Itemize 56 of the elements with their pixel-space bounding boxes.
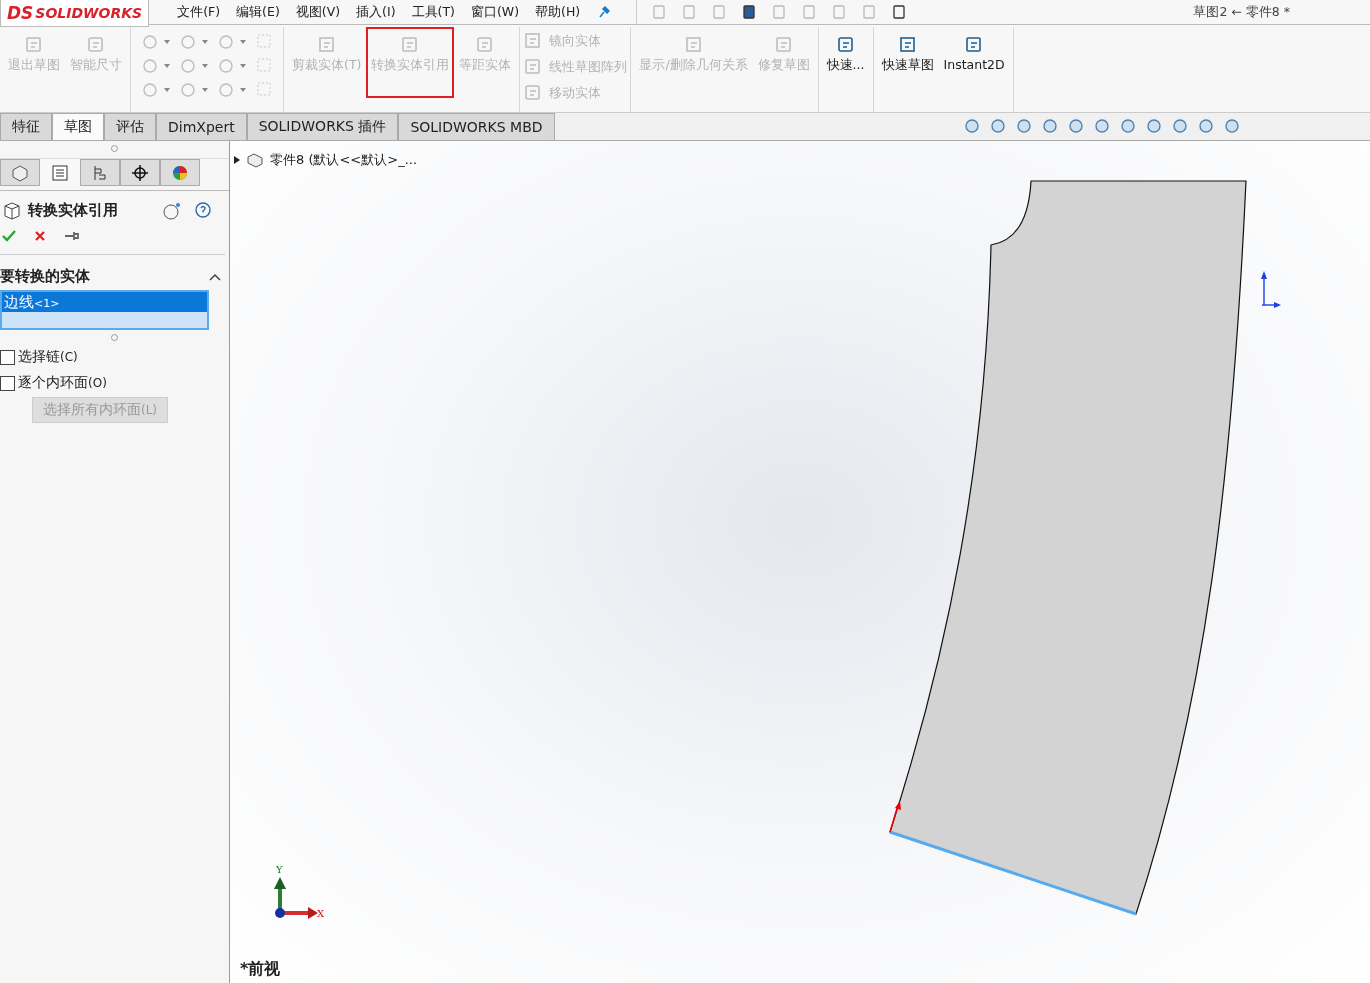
sketch-arrow	[889, 801, 901, 833]
y-axis-label: Y	[276, 864, 283, 875]
pin-icon[interactable]	[64, 230, 80, 242]
x-axis-label: X	[317, 908, 325, 919]
sketch-tool-icon[interactable]	[142, 81, 170, 99]
sketch-tool-icon[interactable]	[142, 57, 170, 75]
property-list-icon	[51, 163, 69, 182]
menu-item[interactable]: 工具(T)	[403, 3, 463, 21]
sketch-tool-icon[interactable]	[180, 33, 208, 51]
ribbon-button[interactable]: Instant2D	[938, 27, 1010, 98]
part-icon	[246, 152, 264, 168]
menu-item[interactable]: 窗口(W)	[462, 3, 528, 21]
crosshair-icon	[131, 163, 149, 182]
list-item[interactable]: 边线<1>	[2, 292, 207, 312]
cancel-icon[interactable]	[34, 230, 46, 242]
ribbon-tab[interactable]: SOLIDWORKS 插件	[246, 113, 399, 140]
checkbox[interactable]	[0, 349, 15, 365]
ribbon-tab[interactable]: 评估	[104, 113, 156, 140]
panel-title: 转换实体引用	[28, 201, 118, 220]
menu-item[interactable]: 插入(I)	[348, 3, 404, 21]
panel-tab[interactable]	[120, 159, 160, 186]
sketch-tool-icon[interactable]	[180, 81, 208, 99]
menu-item[interactable]: 视图(V)	[287, 3, 349, 21]
part-icon	[11, 163, 29, 182]
tree-item[interactable]: 零件8 (默认<<默认>_...	[270, 151, 418, 169]
ribbon-button[interactable]: 快速...	[821, 27, 870, 98]
sketch-tool-icon[interactable]	[180, 57, 208, 75]
checkbox-label: 逐个内环面(O)	[18, 374, 107, 392]
selection-list[interactable]: 边线<1>	[0, 290, 209, 330]
color-wheel-icon	[171, 163, 189, 182]
menu-item[interactable]: 编辑(E)	[228, 3, 288, 21]
configuration-icon	[91, 163, 109, 182]
ribbon-tab[interactable]: 草图	[52, 113, 104, 140]
ribbon-tab[interactable]: SOLIDWORKS MBD	[398, 113, 555, 140]
checkbox[interactable]	[0, 375, 15, 391]
ribbon-button[interactable]: 快速草图	[876, 27, 939, 98]
sketch-origin-icon	[1261, 271, 1281, 308]
menu-item[interactable]: 文件(F)	[169, 3, 229, 21]
window-title: 草图2 ← 零件8 *	[1193, 3, 1290, 21]
section-title: 要转换的实体	[0, 267, 90, 286]
collapse-caret-icon[interactable]	[209, 272, 221, 281]
sketch-tool-icon[interactable]	[218, 33, 246, 51]
app-logo: DS SOLIDWORKS	[0, 0, 150, 27]
ok-check-icon[interactable]	[2, 230, 16, 242]
sketch-tool-icon[interactable]	[142, 33, 170, 51]
checkbox-label: 选择链(C)	[18, 348, 78, 366]
pin-icon[interactable]	[598, 6, 611, 18]
menu-item[interactable]: 帮助(H)	[527, 3, 589, 21]
selected-edge[interactable]	[889, 830, 1137, 916]
expand-arrow-icon[interactable]	[234, 156, 240, 164]
sketch-tool-icon[interactable]	[218, 81, 246, 99]
sketch-tool-icon[interactable]	[218, 57, 246, 75]
view-label: *前视	[240, 959, 281, 980]
ribbon-tab[interactable]: 特征	[0, 113, 52, 140]
axis-triad-drawing	[274, 877, 318, 919]
ribbon-tab[interactable]: DimXpert	[156, 113, 247, 140]
